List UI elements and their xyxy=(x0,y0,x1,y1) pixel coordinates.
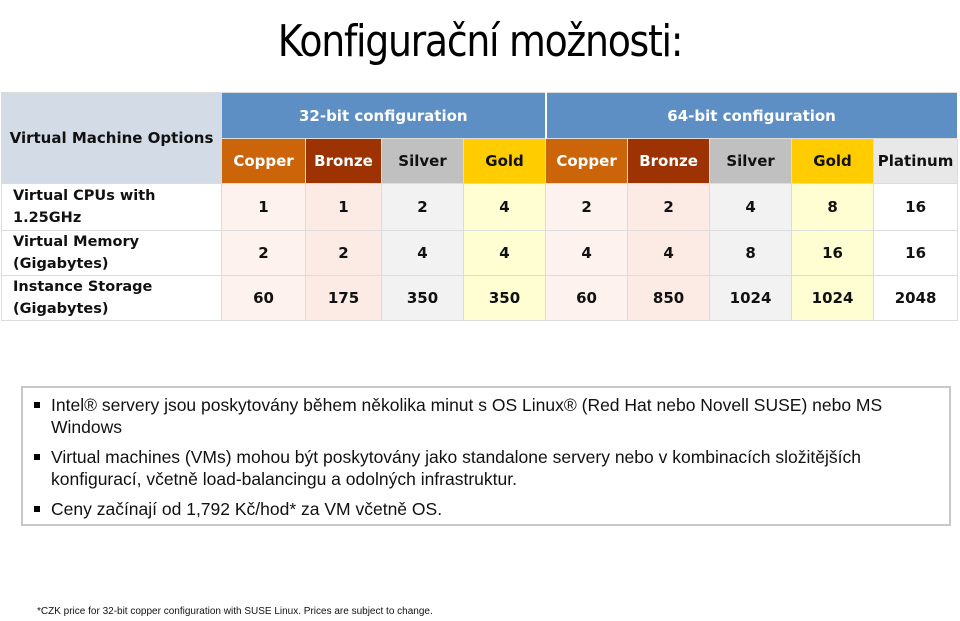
table-cell: 175 xyxy=(305,275,382,321)
square-bullet-icon xyxy=(34,402,40,408)
table-cell: 8 xyxy=(791,183,875,231)
footnote: *CZK price for 32-bit copper configurati… xyxy=(37,606,433,617)
group-header-32bit: 32-bit configuration xyxy=(220,92,547,139)
group-header-row: Virtual Machine Options 32-bit configura… xyxy=(1,92,959,184)
tier-header-bronze: Bronze xyxy=(305,138,382,184)
table-cell: 4 xyxy=(627,230,711,276)
bullet-text: Ceny začínají od 1,792 Kč/hod* za VM vče… xyxy=(51,499,443,519)
row-label: Virtual Memory (Gigabytes) xyxy=(1,230,222,276)
table-cell: 16 xyxy=(873,183,959,231)
bullet-list: Intel® servery jsou poskytovány během ně… xyxy=(23,388,949,520)
bullet-text: Intel® servery jsou poskytovány během ně… xyxy=(51,395,883,437)
table-cell: 2 xyxy=(381,183,464,231)
bullet-item: Virtual machines (VMs) mohou být poskyto… xyxy=(31,446,949,490)
slide-title: Konfigurační možnosti: xyxy=(277,16,684,67)
tier-header-copper: Copper xyxy=(221,138,306,184)
table-cell: 16 xyxy=(873,230,959,276)
table-cell: 4 xyxy=(462,183,547,231)
tier-header-gold: Gold xyxy=(462,138,547,184)
tier-header-platinum: Platinum xyxy=(873,138,959,184)
tier-header-gold: Gold xyxy=(791,138,875,184)
table-cell: 4 xyxy=(709,183,793,231)
table-cell: 8 xyxy=(709,230,793,276)
table-cell: 60 xyxy=(545,275,629,321)
table-cell: 4 xyxy=(381,230,464,276)
table-cell: 2 xyxy=(627,183,711,231)
table-row: Instance Storage (Gigabytes) 60 175 350 … xyxy=(1,275,959,321)
table-cell: 850 xyxy=(627,275,711,321)
corner-header: Virtual Machine Options xyxy=(1,92,222,184)
table-cell: 1 xyxy=(221,183,306,231)
table-cell: 60 xyxy=(221,275,306,321)
row-label: Virtual CPUs with 1.25GHz xyxy=(1,183,222,231)
tier-header-silver: Silver xyxy=(381,138,464,184)
table-cell: 1024 xyxy=(709,275,793,321)
tier-header-bronze: Bronze xyxy=(627,138,711,184)
group-header-64bit: 64-bit configuration xyxy=(545,92,959,139)
table-cell: 2 xyxy=(305,230,382,276)
table-row: Virtual Memory (Gigabytes) 2 2 4 4 4 4 8… xyxy=(1,230,959,276)
configuration-table: Virtual Machine Options 32-bit configura… xyxy=(1,92,959,321)
table-cell: 1024 xyxy=(791,275,875,321)
table-cell: 1 xyxy=(305,183,382,231)
tier-header-copper: Copper xyxy=(545,138,629,184)
bullet-item: Intel® servery jsou poskytovány během ně… xyxy=(31,394,949,438)
bullet-box: Intel® servery jsou poskytovány během ně… xyxy=(21,386,951,526)
table-row: Virtual CPUs with 1.25GHz 1 1 2 4 2 2 4 … xyxy=(1,183,959,231)
table-cell: 2048 xyxy=(873,275,959,321)
table-cell: 16 xyxy=(791,230,875,276)
table-cell: 350 xyxy=(462,275,547,321)
table-cell: 4 xyxy=(545,230,629,276)
tier-header-silver: Silver xyxy=(709,138,793,184)
bullet-item: Ceny začínají od 1,792 Kč/hod* za VM vče… xyxy=(31,498,949,520)
bullet-text: Virtual machines (VMs) mohou být poskyto… xyxy=(51,447,861,489)
table-cell: 2 xyxy=(545,183,629,231)
square-bullet-icon xyxy=(34,506,40,512)
table-cell: 2 xyxy=(221,230,306,276)
square-bullet-icon xyxy=(34,454,40,460)
table-cell: 350 xyxy=(381,275,464,321)
table-cell: 4 xyxy=(462,230,547,276)
row-label: Instance Storage (Gigabytes) xyxy=(1,275,222,321)
